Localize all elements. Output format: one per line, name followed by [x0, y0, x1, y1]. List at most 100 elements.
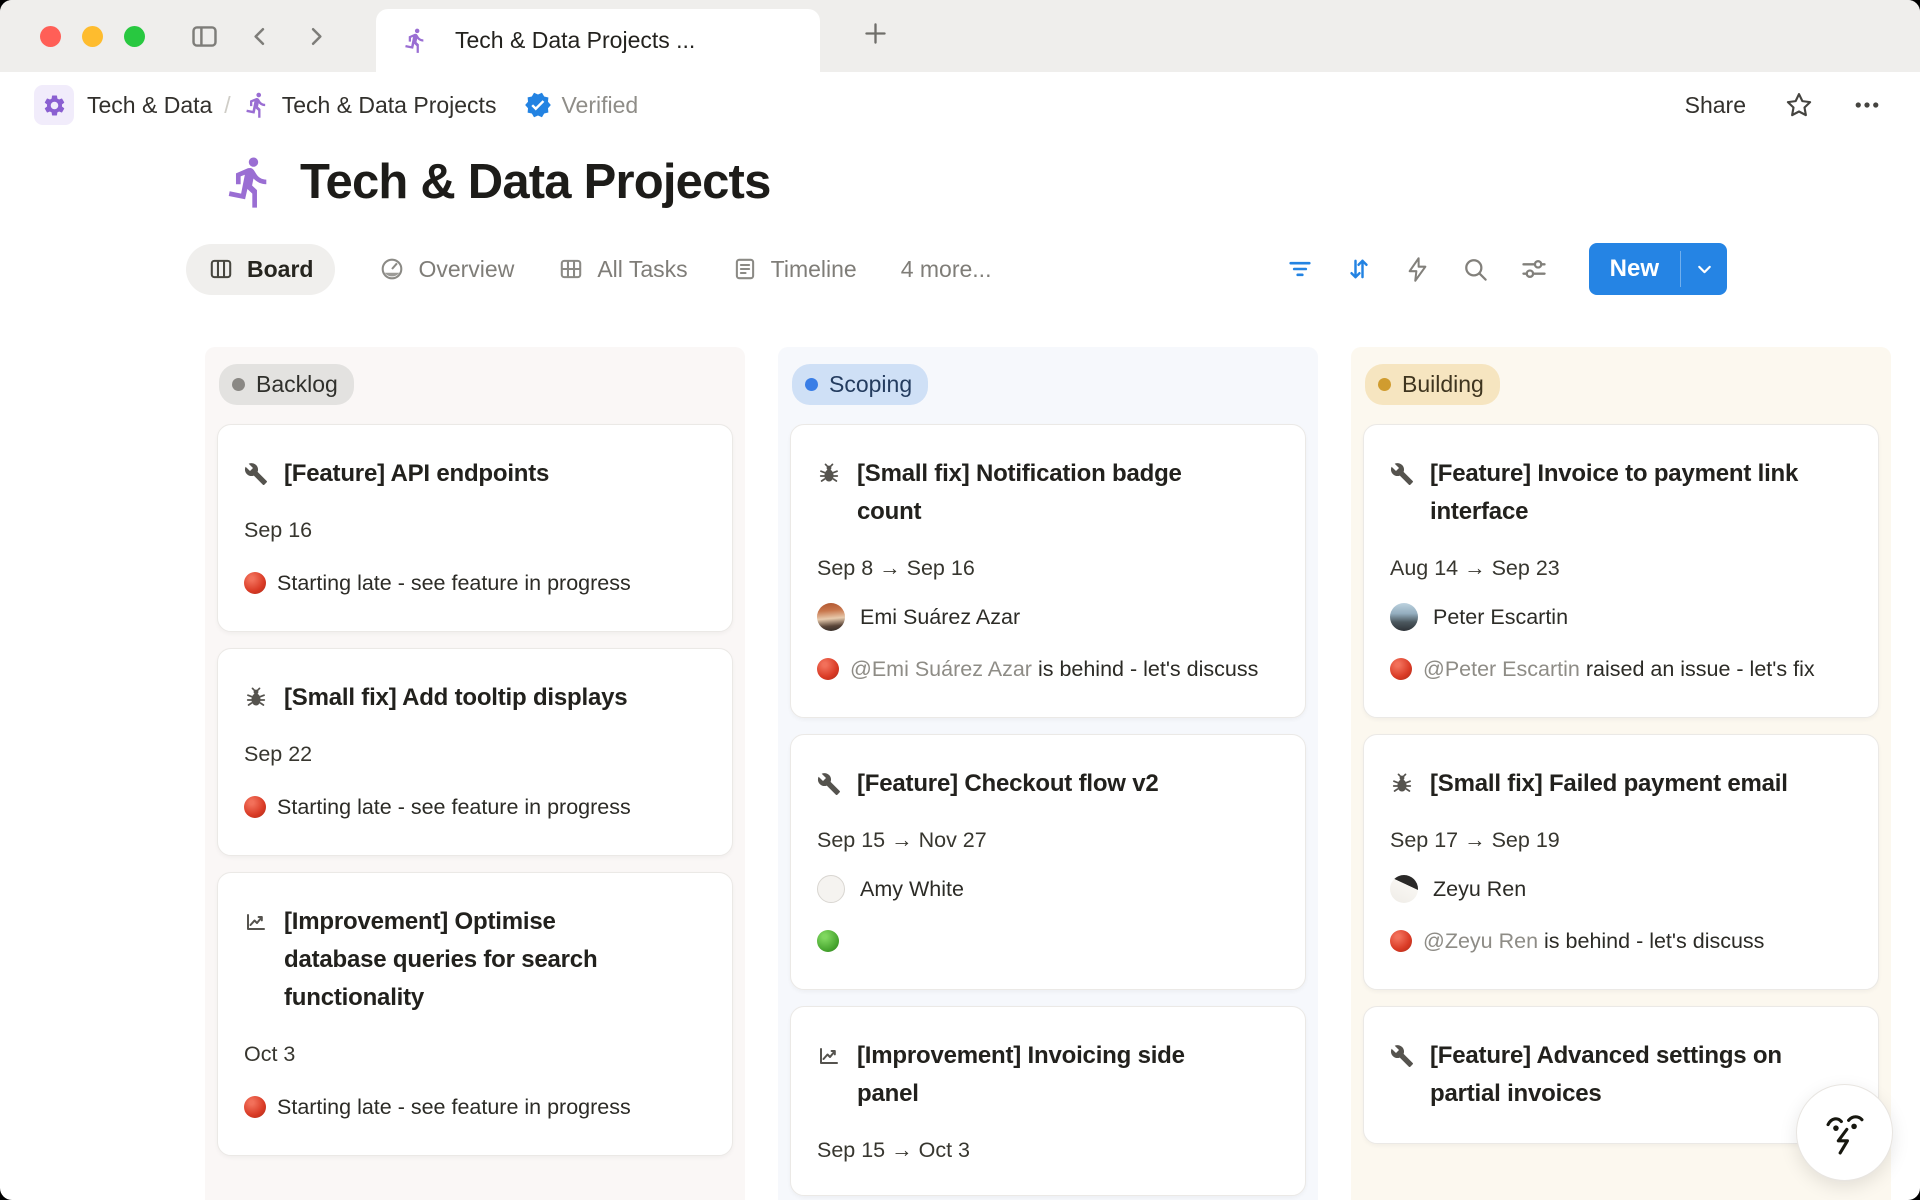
column-header-building[interactable]: Building [1365, 364, 1500, 405]
task-card[interactable]: [Small fix] Notification badge count Sep… [790, 424, 1306, 718]
share-button[interactable]: Share [1685, 92, 1746, 119]
tab-timeline[interactable]: Timeline [732, 256, 857, 283]
board-icon [208, 256, 234, 282]
card-title: [Feature] Invoice to payment link interf… [1430, 455, 1810, 531]
task-card[interactable]: [Improvement] Optimise database queries … [217, 872, 733, 1156]
improvement-chart-icon [817, 1044, 841, 1113]
card-date: Sep 17 → Sep 19 [1390, 825, 1852, 855]
column-building: Building [Feature] Invoice to payment li… [1351, 347, 1891, 1200]
card-status: Starting late - see feature in progress [244, 1089, 706, 1125]
green-circle-icon [817, 930, 839, 952]
bug-icon [817, 462, 841, 531]
card-assignee: Zeyu Ren [1390, 875, 1852, 903]
breadcrumb-page[interactable]: Tech & Data Projects [282, 92, 497, 119]
task-card[interactable]: [Small fix] Failed payment email Sep 17 … [1363, 734, 1879, 990]
card-date: Sep 8 → Sep 16 [817, 553, 1279, 583]
status-dot-gray [232, 378, 245, 391]
automation-lightning-icon[interactable] [1404, 256, 1431, 283]
card-status: @Emi Suárez Azar is behind - let's discu… [817, 651, 1279, 687]
new-button[interactable]: New [1589, 243, 1680, 295]
column-header-scoping[interactable]: Scoping [792, 364, 928, 405]
ai-face-icon [1816, 1104, 1874, 1162]
new-tab-icon[interactable] [860, 18, 891, 54]
page-runner-icon [402, 27, 429, 54]
view-tabs: Board Overview All Tasks Timeline 4 more… [186, 240, 1920, 298]
avatar [1390, 603, 1418, 631]
card-assignee: Peter Escartin [1390, 603, 1852, 631]
search-icon[interactable] [1462, 256, 1489, 283]
avatar [1390, 875, 1418, 903]
back-icon[interactable] [246, 22, 275, 51]
favorite-star-icon[interactable] [1784, 90, 1814, 120]
browser-tab-bar: Tech & Data Projects ... [0, 0, 1920, 72]
page-title-runner-icon [222, 154, 278, 210]
task-card[interactable]: [Small fix] Add tooltip displays Sep 22 … [217, 648, 733, 856]
app-window: Tech & Data Projects ... Tech & Data / T… [0, 0, 1920, 1200]
verified-label: Verified [561, 92, 638, 119]
task-card[interactable]: [Improvement] Invoicing side panel Sep 1… [790, 1006, 1306, 1196]
window-controls [40, 26, 145, 47]
column-header-backlog[interactable]: Backlog [219, 364, 354, 405]
breadcrumb-workspace[interactable]: Tech & Data [87, 92, 212, 119]
timeline-icon [732, 256, 758, 282]
status-dot-yellow [1378, 378, 1391, 391]
card-title: [Feature] API endpoints [284, 455, 549, 493]
forward-icon[interactable] [301, 22, 330, 51]
card-date: Oct 3 [244, 1039, 706, 1069]
improvement-chart-icon [244, 910, 268, 1017]
tab-board[interactable]: Board [186, 244, 335, 295]
workspace-gear-icon[interactable] [34, 85, 74, 125]
task-card[interactable]: [Feature] Checkout flow v2 Sep 15 → Nov … [790, 734, 1306, 990]
avatar [817, 603, 845, 631]
zoom-window-button[interactable] [124, 26, 145, 47]
chevron-down-icon [1694, 259, 1715, 280]
tab-all-tasks[interactable]: All Tasks [558, 256, 687, 283]
view-settings-sliders-icon[interactable] [1520, 255, 1548, 283]
red-circle-icon [244, 1096, 266, 1118]
tab-more-views[interactable]: 4 more... [901, 256, 992, 283]
minimize-window-button[interactable] [82, 26, 103, 47]
status-dot-blue [805, 378, 818, 391]
task-card[interactable]: [Feature] API endpoints Sep 16 Starting … [217, 424, 733, 632]
avatar [817, 875, 845, 903]
card-status: @Peter Escartin raised an issue - let's … [1390, 651, 1852, 687]
verified-icon [524, 91, 552, 119]
card-title: [Improvement] Invoicing side panel [857, 1037, 1237, 1113]
notion-ai-button[interactable] [1796, 1084, 1893, 1181]
breadcrumb: Tech & Data / Tech & Data Projects Verif… [34, 85, 638, 125]
wrench-icon [244, 462, 268, 493]
card-title: [Feature] Checkout flow v2 [857, 765, 1159, 803]
verified-badge[interactable]: Verified [524, 91, 638, 119]
table-icon [558, 256, 584, 282]
card-status: Starting late - see feature in progress [244, 789, 706, 825]
card-title: [Small fix] Failed payment email [1430, 765, 1788, 803]
bug-icon [244, 686, 268, 717]
card-status: @Zeyu Ren is behind - let's discuss [1390, 923, 1852, 959]
sidebar-toggle-icon[interactable] [189, 21, 220, 52]
card-status: Starting late - see feature in progress [244, 565, 706, 601]
kanban-board: Backlog [Feature] API endpoints Sep 16 S… [205, 347, 1920, 1200]
wrench-icon [1390, 1044, 1414, 1113]
wrench-icon [1390, 462, 1414, 531]
browser-tab[interactable]: Tech & Data Projects ... [376, 9, 820, 72]
breadcrumb-bar: Tech & Data / Tech & Data Projects Verif… [0, 72, 1920, 138]
red-circle-icon [1390, 658, 1412, 680]
close-window-button[interactable] [40, 26, 61, 47]
breadcrumb-separator: / [224, 92, 230, 119]
card-title: [Improvement] Optimise database queries … [284, 903, 664, 1017]
red-circle-icon [244, 796, 266, 818]
task-card[interactable]: [Feature] Invoice to payment link interf… [1363, 424, 1879, 718]
sort-icon[interactable] [1345, 255, 1373, 283]
new-button-group: New [1589, 243, 1727, 295]
tab-title: Tech & Data Projects ... [455, 27, 695, 54]
filter-icon[interactable] [1286, 255, 1314, 283]
new-button-caret[interactable] [1681, 243, 1727, 295]
more-options-icon[interactable] [1852, 90, 1882, 120]
tab-overview[interactable]: Overview [379, 256, 514, 283]
column-scoping: Scoping [Small fix] Notification badge c… [778, 347, 1318, 1200]
column-backlog: Backlog [Feature] API endpoints Sep 16 S… [205, 347, 745, 1200]
card-title: [Small fix] Add tooltip displays [284, 679, 627, 717]
red-circle-icon [244, 572, 266, 594]
card-title: [Feature] Advanced settings on partial i… [1430, 1037, 1810, 1113]
card-status [817, 923, 1279, 959]
